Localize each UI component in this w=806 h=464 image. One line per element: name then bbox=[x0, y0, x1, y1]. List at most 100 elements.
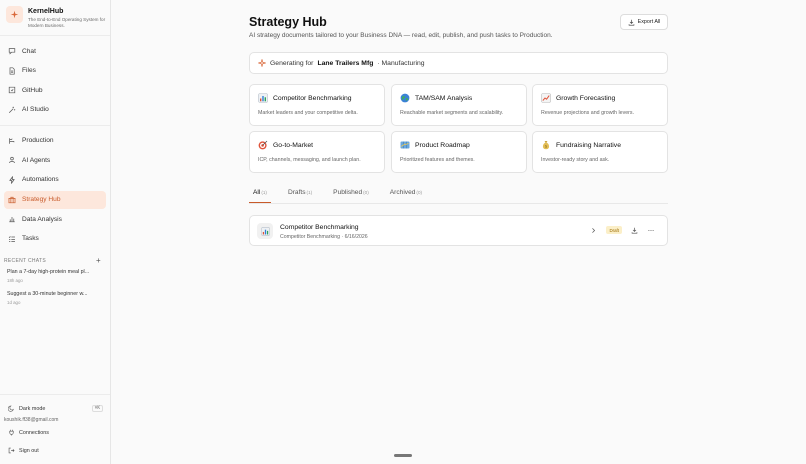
user-email: koushik.ff38@gmail.com bbox=[4, 417, 59, 423]
sign-out-label: Sign out bbox=[19, 447, 39, 454]
ai-studio-icon bbox=[8, 106, 16, 113]
tab-all[interactable]: All(1) bbox=[249, 187, 271, 203]
sidebar-item-label: Chat bbox=[22, 47, 36, 55]
sidebar-item-label: GitHub bbox=[22, 86, 43, 94]
sidebar-footer: Dark mode ⌘K koushik.ff38@gmail.com Conn… bbox=[0, 394, 110, 464]
more-options-icon[interactable] bbox=[647, 227, 655, 234]
nav-primary: Chat Files GitHub AI Studio bbox=[0, 36, 110, 119]
sidebar-item-label: Data Analysis bbox=[22, 215, 62, 223]
card-competitor-benchmarking[interactable]: Competitor Benchmarking Market leaders a… bbox=[249, 84, 385, 126]
recent-chat-title: Suggest a 30-minute beginner w... bbox=[7, 290, 88, 297]
map-emoji-icon bbox=[400, 140, 410, 150]
card-description: Reachable market segments and scalabilit… bbox=[400, 110, 504, 116]
card-description: Investor-ready story and ask. bbox=[541, 157, 610, 163]
tabs-divider bbox=[249, 203, 668, 204]
card-title: Competitor Benchmarking bbox=[273, 94, 352, 102]
agent-icon bbox=[9, 157, 15, 164]
drag-handle[interactable] bbox=[394, 454, 412, 457]
tasks-icon bbox=[8, 236, 15, 242]
dark-mode-toggle[interactable]: Dark mode ⌘K bbox=[0, 402, 110, 415]
tab-drafts[interactable]: Drafts(1) bbox=[284, 187, 316, 203]
tab-count: (0) bbox=[416, 190, 423, 195]
export-all-label: Export All bbox=[637, 19, 661, 25]
sign-out-icon bbox=[8, 447, 15, 454]
tab-published[interactable]: Published(0) bbox=[329, 187, 373, 203]
sidebar-item-ai-studio[interactable]: AI Studio bbox=[4, 101, 106, 119]
trend-up-emoji-icon bbox=[541, 93, 551, 103]
briefcase-icon bbox=[8, 196, 16, 203]
chat-icon bbox=[8, 48, 16, 55]
tab-label: Published bbox=[333, 189, 363, 196]
card-title: Go-to-Market bbox=[273, 141, 314, 149]
connections-link[interactable]: Connections bbox=[0, 426, 110, 439]
recent-chat-title: Plan a 7-day high-protein meal pl... bbox=[7, 268, 90, 275]
brand[interactable]: KernelHub The End-to-End Operating Syste… bbox=[0, 0, 110, 36]
tab-label: All bbox=[253, 189, 261, 196]
sidebar-item-automations[interactable]: Automations bbox=[4, 171, 106, 189]
new-chat-plus-icon[interactable]: + bbox=[96, 256, 101, 264]
github-icon bbox=[8, 87, 16, 94]
sidebar-item-files[interactable]: Files bbox=[4, 62, 106, 80]
tab-count: (1) bbox=[261, 190, 267, 195]
sidebar-item-label: Strategy Hub bbox=[22, 196, 61, 204]
plug-icon bbox=[9, 429, 14, 436]
tab-archived[interactable]: Archived(0) bbox=[386, 187, 426, 203]
download-icon bbox=[628, 19, 634, 25]
recent-chat-item[interactable]: Plan a 7-day high-protein meal pl... 18h… bbox=[0, 264, 110, 283]
connections-label: Connections bbox=[19, 429, 49, 436]
document-meta: Competitor Benchmarking · 6/16/2026 bbox=[280, 233, 368, 240]
card-description: Prioritized features and themes. bbox=[400, 157, 475, 163]
tab-label: Drafts bbox=[287, 189, 306, 196]
generating-prefix: Generating for bbox=[270, 59, 314, 67]
industry-label: · Manufacturing bbox=[377, 59, 425, 67]
brand-title: KernelHub bbox=[28, 8, 64, 15]
bar-chart-icon bbox=[9, 217, 15, 223]
brand-subtitle: The End-to-End Operating System for Mode… bbox=[28, 17, 106, 28]
document-row[interactable]: Competitor Benchmarking Competitor Bench… bbox=[249, 215, 668, 246]
sidebar-item-strategy-hub[interactable]: Strategy Hub bbox=[4, 190, 106, 209]
page-title: Strategy Hub bbox=[249, 15, 327, 29]
sidebar-item-tasks[interactable]: Tasks bbox=[4, 230, 106, 248]
status-badge: Draft bbox=[606, 226, 622, 234]
company-name: Lane Trailers Mfg bbox=[317, 59, 374, 67]
export-all-button[interactable]: Export All bbox=[620, 14, 668, 30]
card-growth-forecasting[interactable]: Growth Forecasting Revenue projections a… bbox=[532, 84, 668, 126]
svg-text:$: $ bbox=[545, 145, 547, 149]
sidebar-item-production[interactable]: Production bbox=[4, 132, 106, 150]
sidebar-item-ai-agents[interactable]: AI Agents bbox=[4, 151, 106, 169]
page-subtitle: AI strategy documents tailored to your B… bbox=[249, 32, 553, 39]
bolt-icon bbox=[9, 176, 15, 184]
recent-chat-item[interactable]: Suggest a 30-minute beginner w... 1d ago bbox=[0, 283, 110, 305]
card-go-to-market[interactable]: Go-to-Market ICP, channels, messaging, a… bbox=[249, 131, 385, 173]
sidebar-item-chat[interactable]: Chat bbox=[4, 42, 106, 60]
card-description: Revenue projections and growth levers. bbox=[541, 110, 635, 116]
main-content: Strategy Hub AI strategy documents tailo… bbox=[111, 0, 806, 464]
sidebar: KernelHub The End-to-End Operating Syste… bbox=[0, 0, 111, 464]
card-description: ICP, channels, messaging, and launch pla… bbox=[258, 157, 361, 163]
target-emoji-icon bbox=[258, 140, 268, 150]
card-tam-sam-analysis[interactable]: TAM/SAM Analysis Reachable market segmen… bbox=[391, 84, 527, 126]
tab-count: (1) bbox=[306, 190, 313, 195]
sidebar-item-label: AI Agents bbox=[22, 156, 51, 164]
card-title: TAM/SAM Analysis bbox=[415, 94, 473, 102]
sidebar-item-github[interactable]: GitHub bbox=[4, 81, 106, 99]
card-title: Growth Forecasting bbox=[556, 94, 616, 102]
sidebar-item-label: AI Studio bbox=[22, 106, 49, 114]
sidebar-item-label: Automations bbox=[22, 176, 59, 184]
sidebar-item-label: Tasks bbox=[22, 235, 39, 243]
dark-mode-shortcut: ⌘K bbox=[91, 405, 103, 412]
chevron-right-icon[interactable] bbox=[590, 227, 597, 234]
money-bag-emoji-icon: $ bbox=[541, 140, 551, 150]
download-icon[interactable] bbox=[631, 227, 638, 234]
globe-emoji-icon bbox=[400, 93, 410, 103]
sidebar-item-data-analysis[interactable]: Data Analysis bbox=[4, 210, 106, 228]
document-title: Competitor Benchmarking bbox=[280, 224, 359, 231]
card-fundraising-narrative[interactable]: $ Fundraising Narrative Investor-ready s… bbox=[532, 131, 668, 173]
sign-out-button[interactable]: Sign out bbox=[0, 444, 110, 457]
document-tabs: All(1) Drafts(1) Published(0) Archived(0… bbox=[249, 187, 426, 203]
sidebar-item-label: Files bbox=[22, 67, 36, 75]
document-actions: Draft bbox=[590, 226, 655, 234]
card-product-roadmap[interactable]: Product Roadmap Prioritized features and… bbox=[391, 131, 527, 173]
nav-divider bbox=[0, 124, 110, 126]
sidebar-item-label: Production bbox=[22, 137, 54, 145]
